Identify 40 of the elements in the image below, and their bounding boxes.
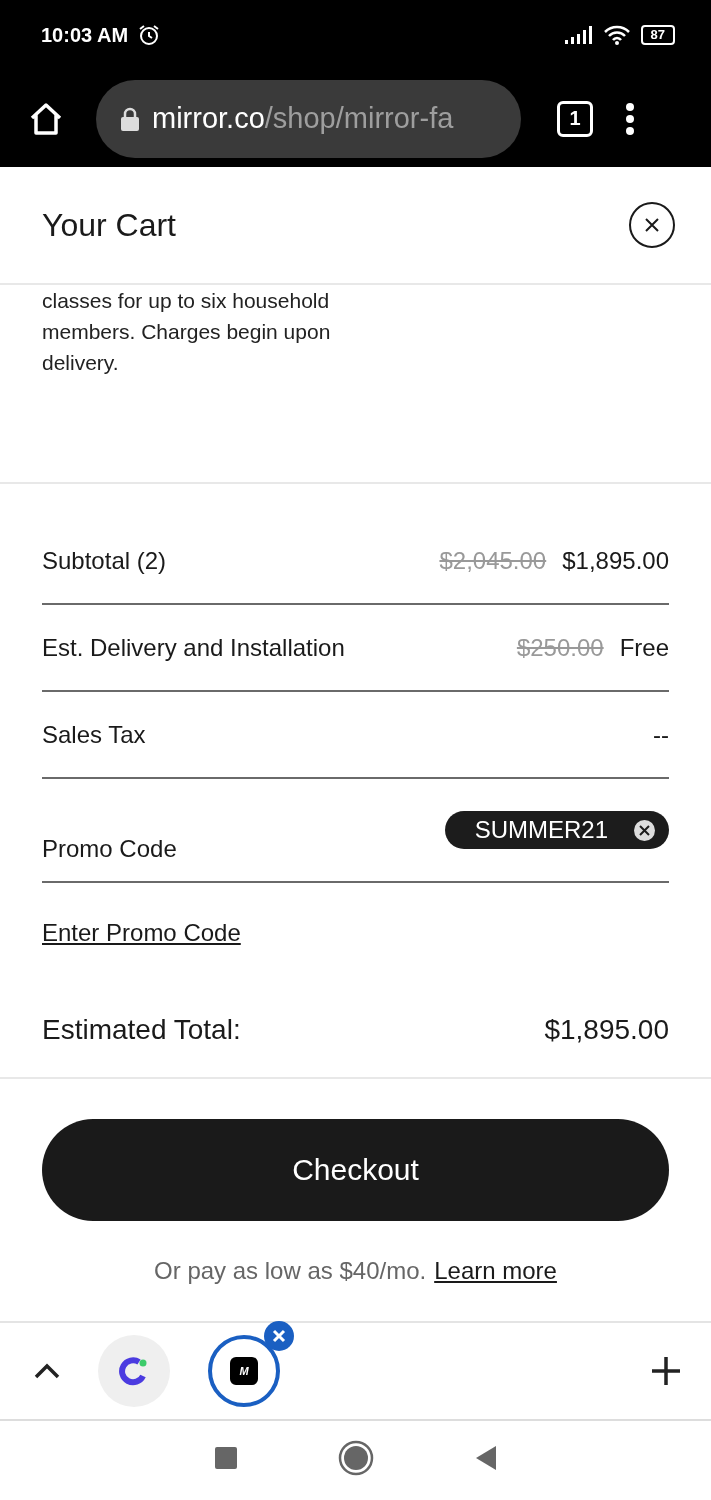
alarm-icon [138,24,161,46]
summary-value: -- [653,720,669,749]
close-tab-icon[interactable] [264,1321,294,1351]
app-logo-icon [119,1356,149,1386]
battery-level: 87 [640,25,675,45]
more-icon[interactable] [625,101,635,136]
original-price: $2,045.00 [439,546,547,575]
total-value: $1,895.00 [544,1014,669,1046]
plan-description: classes for up to six household members. Charges begin upon delivery. [0,285,711,484]
chevron-up-icon[interactable] [34,1363,60,1379]
original-price: $250.00 [516,633,604,662]
enter-promo-link[interactable]: Enter Promo Code [42,919,241,947]
financing-text: Or pay as low as $40/mo. [154,1257,427,1285]
learn-more-link[interactable]: Learn more [434,1257,557,1285]
tab-count[interactable]: 1 [557,100,593,137]
remove-promo-icon[interactable] [634,819,655,841]
total-label: Estimated Total: [42,1014,241,1046]
summary-value: $1,895.00 [562,546,669,575]
promo-code: SUMMER21 [474,816,608,844]
recents-icon[interactable] [213,1445,238,1470]
summary-label: Promo Code [42,835,178,864]
home-icon[interactable] [28,100,64,137]
lock-icon [120,106,140,131]
wifi-icon [602,25,631,45]
summary-label: Subtotal (2) [42,546,168,575]
close-icon [644,217,660,233]
cart-title: Your Cart [42,206,177,244]
summary-value: Free [619,633,669,662]
url-text: mirror.co/shop/mirror-fa [152,102,454,135]
summary-label: Sales Tax [42,720,147,749]
clock-time: 10:03 AM [41,23,129,47]
home-nav-icon[interactable] [337,1439,374,1476]
tab-thumbnail[interactable]: M [208,1335,280,1407]
plus-icon[interactable] [651,1356,681,1386]
signal-icon [564,26,593,44]
summary-label: Est. Delivery and Installation [42,633,346,662]
checkout-button[interactable]: Checkout [42,1119,669,1221]
close-button[interactable] [629,202,675,248]
site-logo-icon: M [230,1357,258,1385]
address-bar[interactable]: mirror.co/shop/mirror-fa [96,79,521,158]
